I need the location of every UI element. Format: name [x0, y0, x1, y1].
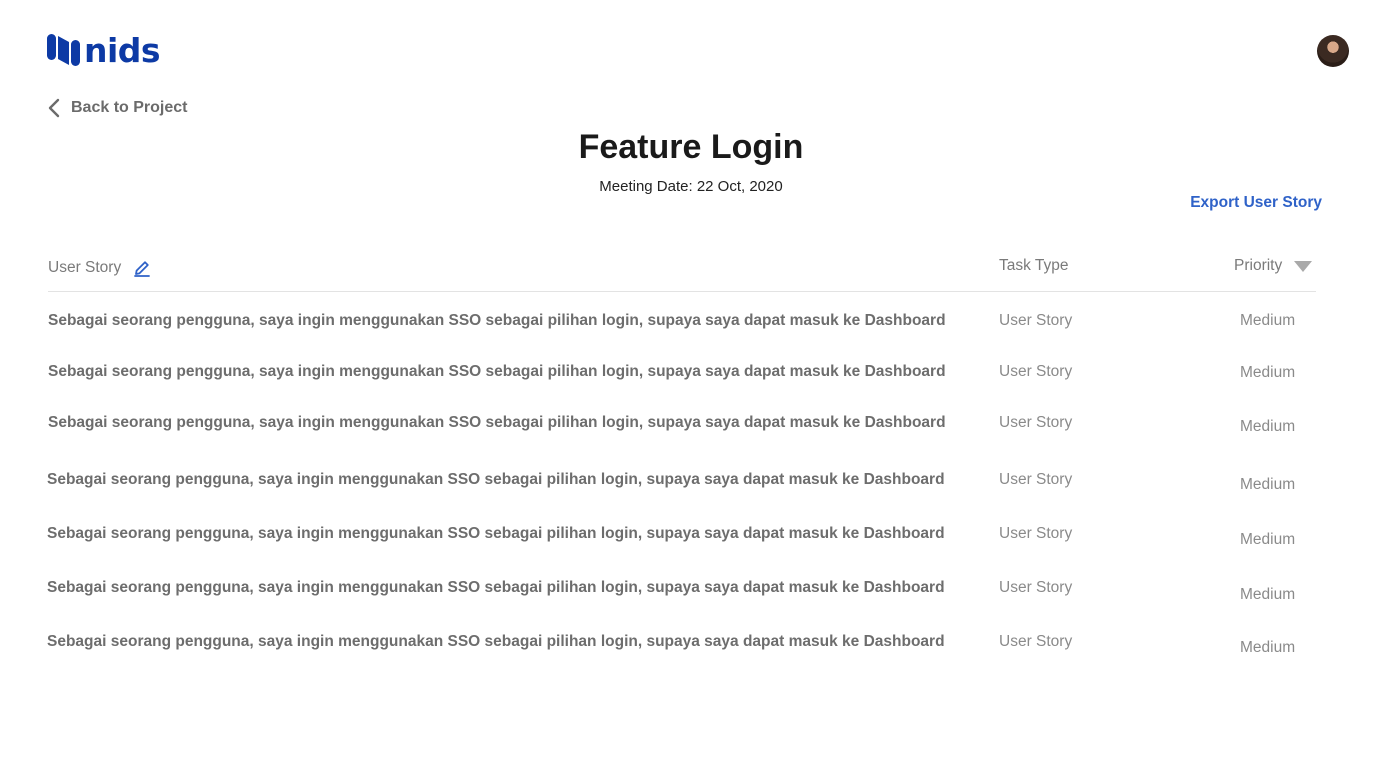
export-user-story-button[interactable]: Export User Story: [1190, 194, 1322, 212]
task-type-cell: User Story: [999, 414, 1073, 431]
page-title: Feature Login: [578, 128, 804, 166]
chevron-left-icon: [48, 98, 60, 118]
task-type-cell: User Story: [999, 312, 1073, 329]
meeting-date: Meeting Date: 22 Oct, 2020: [599, 178, 783, 195]
user-story-cell: Sebagai seorang pengguna, saya ingin men…: [48, 363, 946, 380]
user-story-cell: Sebagai seorang pengguna, saya ingin men…: [48, 414, 946, 431]
logo-mark-icon: [47, 34, 80, 66]
column-header-user-story: User Story: [48, 259, 151, 277]
priority-cell: Medium: [1240, 364, 1296, 381]
caret-down-icon[interactable]: [1294, 260, 1313, 272]
priority-cell: Medium: [1240, 531, 1296, 548]
user-story-cell: Sebagai seorang pengguna, saya ingin men…: [47, 471, 945, 488]
table-row[interactable]: Sebagai seorang pengguna, saya ingin men…: [47, 312, 1317, 342]
column-label-priority: Priority: [1234, 257, 1283, 274]
priority-cell: Medium: [1240, 312, 1296, 329]
back-label: Back to Project: [71, 99, 188, 116]
priority-cell: Medium: [1240, 476, 1296, 493]
table-header: User Story Task Type Priority: [48, 250, 1316, 292]
table-row[interactable]: Sebagai seorang pengguna, saya ingin men…: [47, 633, 1317, 663]
task-type-cell: User Story: [999, 363, 1073, 380]
user-story-cell: Sebagai seorang pengguna, saya ingin men…: [48, 312, 946, 329]
user-story-cell: Sebagai seorang pengguna, saya ingin men…: [47, 579, 945, 596]
brand-name: nids: [84, 30, 161, 70]
table-row[interactable]: Sebagai seorang pengguna, saya ingin men…: [47, 363, 1317, 393]
user-story-cell: Sebagai seorang pengguna, saya ingin men…: [47, 525, 945, 542]
brand-logo[interactable]: nids: [47, 30, 161, 70]
table-row[interactable]: Sebagai seorang pengguna, saya ingin men…: [47, 471, 1317, 501]
pencil-icon[interactable]: [133, 259, 151, 277]
priority-cell: Medium: [1240, 418, 1296, 435]
priority-cell: Medium: [1240, 639, 1296, 656]
task-type-cell: User Story: [999, 525, 1073, 542]
column-header-task-type: Task Type: [999, 257, 1069, 274]
priority-cell: Medium: [1240, 586, 1296, 603]
back-to-project-link[interactable]: Back to Project: [47, 97, 187, 119]
column-label-user-story: User Story: [48, 259, 122, 276]
column-header-priority[interactable]: Priority: [1234, 257, 1313, 275]
task-type-cell: User Story: [999, 471, 1073, 488]
user-story-cell: Sebagai seorang pengguna, saya ingin men…: [47, 633, 945, 650]
avatar[interactable]: [1317, 35, 1349, 67]
task-type-cell: User Story: [999, 633, 1073, 650]
task-type-cell: User Story: [999, 579, 1073, 596]
table-row[interactable]: Sebagai seorang pengguna, saya ingin men…: [47, 414, 1317, 444]
table-row[interactable]: Sebagai seorang pengguna, saya ingin men…: [47, 525, 1317, 555]
table-row[interactable]: Sebagai seorang pengguna, saya ingin men…: [47, 579, 1317, 609]
